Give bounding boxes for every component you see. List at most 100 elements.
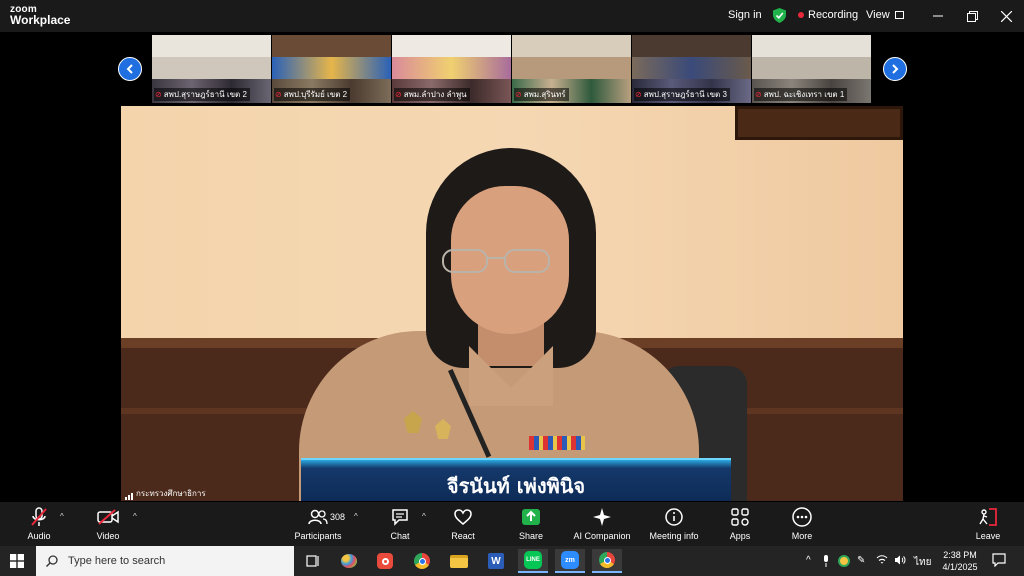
info-icon: [665, 508, 683, 526]
palette-icon: [341, 554, 357, 568]
thumbnail-caption: ⊘ สพป.สุราษฎร์ธานี เขต 2: [154, 88, 250, 101]
taskbar-app-paint[interactable]: [334, 549, 364, 573]
more-button[interactable]: More: [767, 506, 837, 541]
view-button[interactable]: View: [866, 9, 904, 21]
sign-in-link[interactable]: Sign in: [728, 9, 762, 21]
thumbnail-caption: ⊘ สพป. ฉะเชิงเทรา เขต 1: [754, 88, 848, 101]
chrome-icon: [599, 552, 615, 568]
meeting-info-button[interactable]: Meeting info: [639, 506, 709, 541]
close-icon: [1000, 10, 1012, 22]
chevron-right-icon: [892, 64, 899, 74]
folder-icon: [450, 554, 468, 568]
muted-mic-icon: ⊘: [275, 90, 282, 99]
line-icon: LINE: [524, 551, 542, 569]
tray-chevron-up-icon[interactable]: ^: [806, 555, 811, 566]
wifi-icon[interactable]: [876, 555, 888, 568]
taskbar-app-snip[interactable]: [370, 549, 400, 573]
participant-thumbnail[interactable]: ⊘ สพป. ฉะเชิงเทรา เขต 1: [752, 35, 872, 103]
react-button[interactable]: React: [428, 506, 498, 541]
title-bar: zoom Workplace Sign in Recording View: [0, 0, 1024, 32]
speaker-name-banner: จีรนันท์ เพ่งพินิจ: [301, 458, 731, 501]
microphone-tray-icon[interactable]: [822, 555, 830, 570]
word-icon: W: [488, 553, 504, 569]
participant-thumbnail[interactable]: ⊘ สพม.ลำปาง ลำพูน: [392, 35, 512, 103]
volume-icon[interactable]: [894, 555, 906, 568]
speaker-name: จีรนันท์ เพ่งพินิจ: [446, 474, 586, 498]
muted-mic-icon: ⊘: [155, 90, 162, 99]
restore-icon: [966, 10, 978, 22]
zoom-logo: zoom Workplace: [10, 4, 71, 27]
grid-view-icon: [894, 11, 904, 19]
pen-tray-icon[interactable]: ✎: [857, 555, 865, 566]
minimize-icon: [933, 15, 943, 17]
shield-icon[interactable]: [773, 8, 786, 23]
thumbnail-caption: ⊘ สพม.ลำปาง ลำพูน: [394, 88, 470, 101]
camera-off-icon: [97, 509, 119, 525]
taskbar-app-chrome-2[interactable]: [592, 549, 622, 573]
taskbar-app-explorer[interactable]: [444, 549, 474, 573]
taskbar-app-zoom[interactable]: zm: [555, 549, 585, 573]
muted-mic-icon: ⊘: [635, 90, 642, 99]
taskbar-app-word[interactable]: W: [481, 549, 511, 573]
close-button[interactable]: [996, 6, 1016, 26]
chat-options-chevron-icon[interactable]: ^: [422, 512, 426, 521]
participants-icon: [308, 509, 328, 525]
windows-start-icon[interactable]: [10, 554, 24, 568]
video-options-chevron-icon[interactable]: ^: [133, 512, 137, 521]
participants-options-chevron-icon[interactable]: ^: [354, 512, 358, 521]
participant-thumbnail[interactable]: ⊘ สพม.สุรินทร์: [512, 35, 632, 103]
apps-button[interactable]: Apps: [705, 506, 775, 541]
notifications-icon[interactable]: [992, 553, 1006, 570]
chevron-left-icon: [126, 64, 133, 74]
muted-mic-icon: ⊘: [515, 90, 522, 99]
participant-thumbnail[interactable]: ⊘ สพป.สุราษฎร์ธานี เขต 3: [632, 35, 752, 103]
sparkle-icon: [593, 508, 611, 526]
chrome-icon: [414, 553, 430, 569]
ribbon-bar: [529, 436, 585, 450]
minimize-button[interactable]: [928, 6, 948, 26]
wall-picture-frame: [735, 106, 903, 140]
task-view-icon: [306, 555, 319, 567]
glasses-icon: [442, 249, 550, 273]
meeting-toolbar: Audio ^ Video ^ Participants 308 ^ Chat …: [0, 502, 1024, 546]
ai-companion-button[interactable]: AI Companion: [567, 506, 637, 541]
input-language-indicator[interactable]: ไทย: [914, 555, 931, 570]
thumbnail-caption: ⊘ สพป.บุรีรัมย์ เขต 2: [274, 88, 351, 101]
snip-icon: [377, 553, 393, 569]
task-view-button[interactable]: [298, 549, 328, 573]
taskbar-clock[interactable]: 2:38 PM 4/1/2025: [940, 549, 980, 573]
gallery-prev-button[interactable]: [118, 57, 142, 81]
recording-indicator[interactable]: Recording: [798, 9, 858, 21]
apps-icon: [731, 508, 749, 526]
video-source-label: กระทรวงศึกษาธิการ: [125, 487, 206, 500]
clock-date: 4/1/2025: [942, 562, 978, 572]
mic-muted-icon: [31, 507, 47, 526]
gallery-strip: ⊘ สพป.สุราษฎร์ธานี เขต 2 ⊘ สพป.บุรีรัมย์ เ…: [152, 35, 872, 103]
search-icon: [46, 555, 58, 567]
signal-bars-icon: [125, 493, 133, 500]
app-tray-icon[interactable]: [838, 555, 850, 567]
recording-label: Recording: [808, 9, 859, 21]
active-speaker-video[interactable]: จีรนันท์ เพ่งพินิจ กระทรวงศึกษาธิการ: [121, 106, 903, 501]
zoom-app-icon: zm: [561, 551, 579, 569]
windows-taskbar: Type here to search W LINE zm ^ ✎ ไทย 2:…: [0, 546, 1024, 576]
record-dot-icon: [798, 12, 804, 18]
taskbar-app-line[interactable]: LINE: [518, 549, 548, 573]
leave-button[interactable]: Leave: [953, 506, 1023, 541]
restore-button[interactable]: [962, 6, 982, 26]
taskbar-app-chrome[interactable]: [407, 549, 437, 573]
more-icon: [792, 507, 812, 527]
leave-icon: [979, 508, 997, 526]
thumbnail-caption: ⊘ สพม.สุรินทร์: [514, 88, 569, 101]
participant-thumbnail[interactable]: ⊘ สพป.สุราษฎร์ธานี เขต 2: [152, 35, 272, 103]
participant-thumbnail[interactable]: ⊘ สพป.บุรีรัมย์ เขต 2: [272, 35, 392, 103]
participants-count: 308: [330, 512, 346, 522]
gallery-next-button[interactable]: [883, 57, 907, 81]
chat-icon: [392, 509, 408, 526]
audio-options-chevron-icon[interactable]: ^: [60, 512, 64, 521]
share-screen-icon: [522, 509, 540, 525]
muted-mic-icon: ⊘: [755, 90, 762, 99]
taskbar-search-box[interactable]: Type here to search: [36, 546, 294, 576]
share-button[interactable]: Share: [496, 506, 566, 541]
heart-icon: [454, 509, 472, 525]
